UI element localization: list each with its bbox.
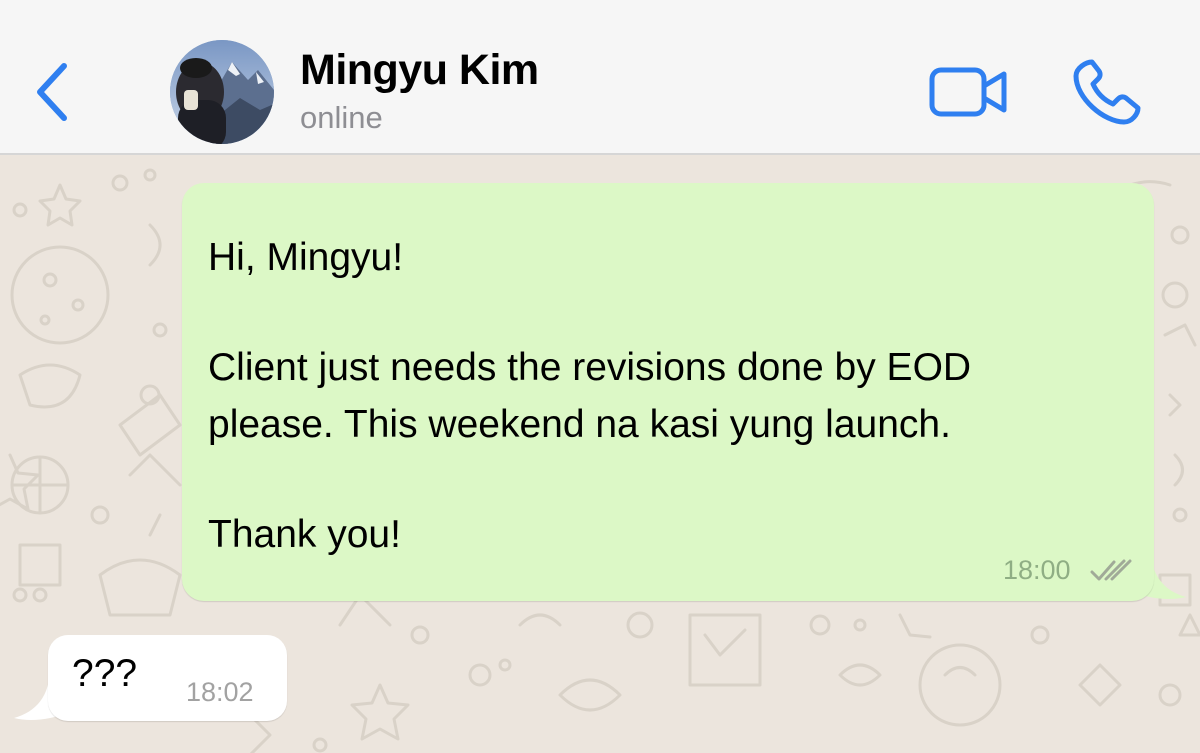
phone-icon[interactable] [1070,56,1148,128]
contact-name[interactable]: Mingyu Kim [300,46,539,95]
avatar-photo [170,40,274,144]
video-camera-icon[interactable] [928,64,1010,120]
incoming-message-text: ??? [72,652,138,695]
outgoing-message-line: please. This weekend na kasi yung launch… [208,403,951,446]
chat-header: Mingyu Kim online [0,0,1200,155]
outgoing-message-line: Client just needs the revisions done by … [208,346,972,389]
contact-status: online [300,100,383,135]
outgoing-message-time: 18:00 [1003,555,1071,585]
double-check-icon [1090,559,1132,581]
incoming-message-time: 18:02 [186,677,254,707]
chat-screen: Mingyu Kim online Hi, Mingyu! Client jus… [0,0,1200,753]
avatar[interactable] [170,40,274,144]
outgoing-message-line: Thank you! [208,513,401,556]
outgoing-message-line: Hi, Mingyu! [208,236,404,279]
chevron-left-icon[interactable] [28,58,78,128]
